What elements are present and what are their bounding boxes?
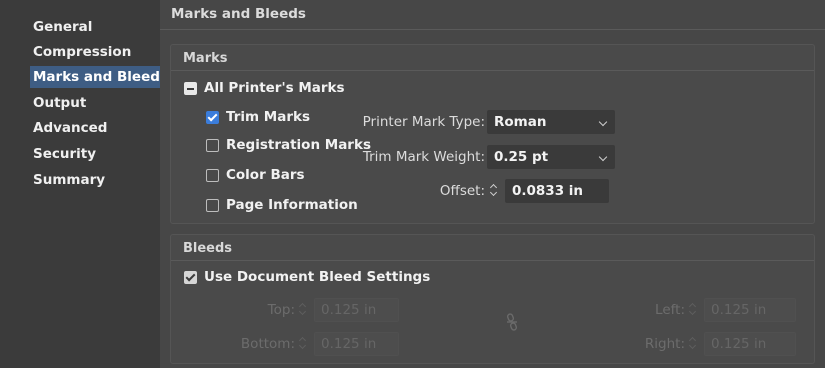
all-printers-marks-label: All Printer's Marks [204,80,345,96]
printer-mark-type-label: Printer Mark Type: [362,114,485,130]
registration-marks-checkbox[interactable]: Registration Marks [206,135,371,155]
color-bars-label: Color Bars [226,167,305,183]
sidebar-item-security[interactable]: Security [33,143,96,165]
page-information-checkbox[interactable]: Page Information [206,195,358,215]
unchecked-checkbox-icon [206,198,219,212]
trim-marks-checkbox[interactable]: Trim Marks [206,107,310,127]
bleed-top-label: Top: [267,302,295,318]
chain-link-icon[interactable] [505,313,519,331]
color-bars-checkbox[interactable]: Color Bars [206,165,305,185]
trim-mark-weight-value: 0.25 pt [494,149,549,165]
marks-group-divider [171,70,814,71]
trim-mark-weight-label: Trim Mark Weight: [362,149,485,165]
bleed-right-input[interactable] [704,332,796,356]
sidebar-item-output[interactable]: Output [33,92,86,114]
bleeds-group-title: Bleeds [183,241,233,256]
offset-input[interactable] [505,179,609,203]
stepper-arrows-icon[interactable] [686,333,702,355]
unchecked-checkbox-icon [206,138,219,152]
bleeds-group: Bleeds Use Document Bleed Settings Top: … [170,234,815,364]
chevron-down-icon [598,117,608,127]
bleed-right-label: Right: [644,336,685,352]
all-printers-marks-checkbox[interactable]: All Printer's Marks [184,78,345,98]
export-pdf-dialog: General Compression Marks and Bleeds Out… [0,0,825,368]
bleed-left-input[interactable] [704,298,796,322]
stepper-arrows-icon[interactable] [296,333,312,355]
mixed-checkbox-icon [184,81,197,95]
printer-mark-type-select[interactable]: Roman [487,110,615,134]
bleeds-group-divider [171,260,814,261]
bleed-left-stepper[interactable] [686,298,796,322]
sidebar-item-summary[interactable]: Summary [33,169,105,191]
checked-checkbox-icon [206,110,219,124]
panel-header: Marks and Bleeds [160,0,825,30]
marks-group: Marks All Printer's Marks Trim Marks Reg… [170,44,815,224]
trim-mark-weight-select[interactable]: 0.25 pt [487,145,615,169]
sidebar-item-compression[interactable]: Compression [33,41,131,63]
offset-stepper[interactable] [487,179,609,203]
offset-label: Offset: [439,183,485,199]
chevron-down-icon [598,152,608,162]
use-document-bleed-checkbox[interactable]: Use Document Bleed Settings [184,267,430,287]
bleed-top-stepper[interactable] [296,298,399,322]
sidebar-item-general[interactable]: General [33,16,92,38]
category-sidebar: General Compression Marks and Bleeds Out… [0,0,168,368]
bleed-right-stepper[interactable] [686,332,796,356]
bleed-top-input[interactable] [314,298,399,322]
sidebar-item-marks-and-bleeds[interactable]: Marks and Bleeds [30,66,168,88]
sidebar-item-advanced[interactable]: Advanced [33,117,107,139]
settings-panel: Marks and Bleeds Marks All Printer's Mar… [160,0,825,368]
stepper-arrows-icon[interactable] [686,299,702,321]
bleed-bottom-label: Bottom: [240,336,295,352]
checked-checkbox-icon [184,270,197,284]
panel-title: Marks and Bleeds [171,6,306,22]
bleed-bottom-input[interactable] [314,332,399,356]
printer-mark-type-value: Roman [494,114,547,130]
trim-marks-label: Trim Marks [226,109,310,125]
page-information-label: Page Information [226,197,358,213]
bleed-left-label: Left: [655,302,685,318]
bleed-bottom-stepper[interactable] [296,332,399,356]
stepper-arrows-icon[interactable] [296,299,312,321]
use-document-bleed-label: Use Document Bleed Settings [204,269,431,285]
marks-group-title: Marks [183,51,228,66]
unchecked-checkbox-icon [206,168,219,182]
stepper-arrows-icon[interactable] [487,180,503,202]
